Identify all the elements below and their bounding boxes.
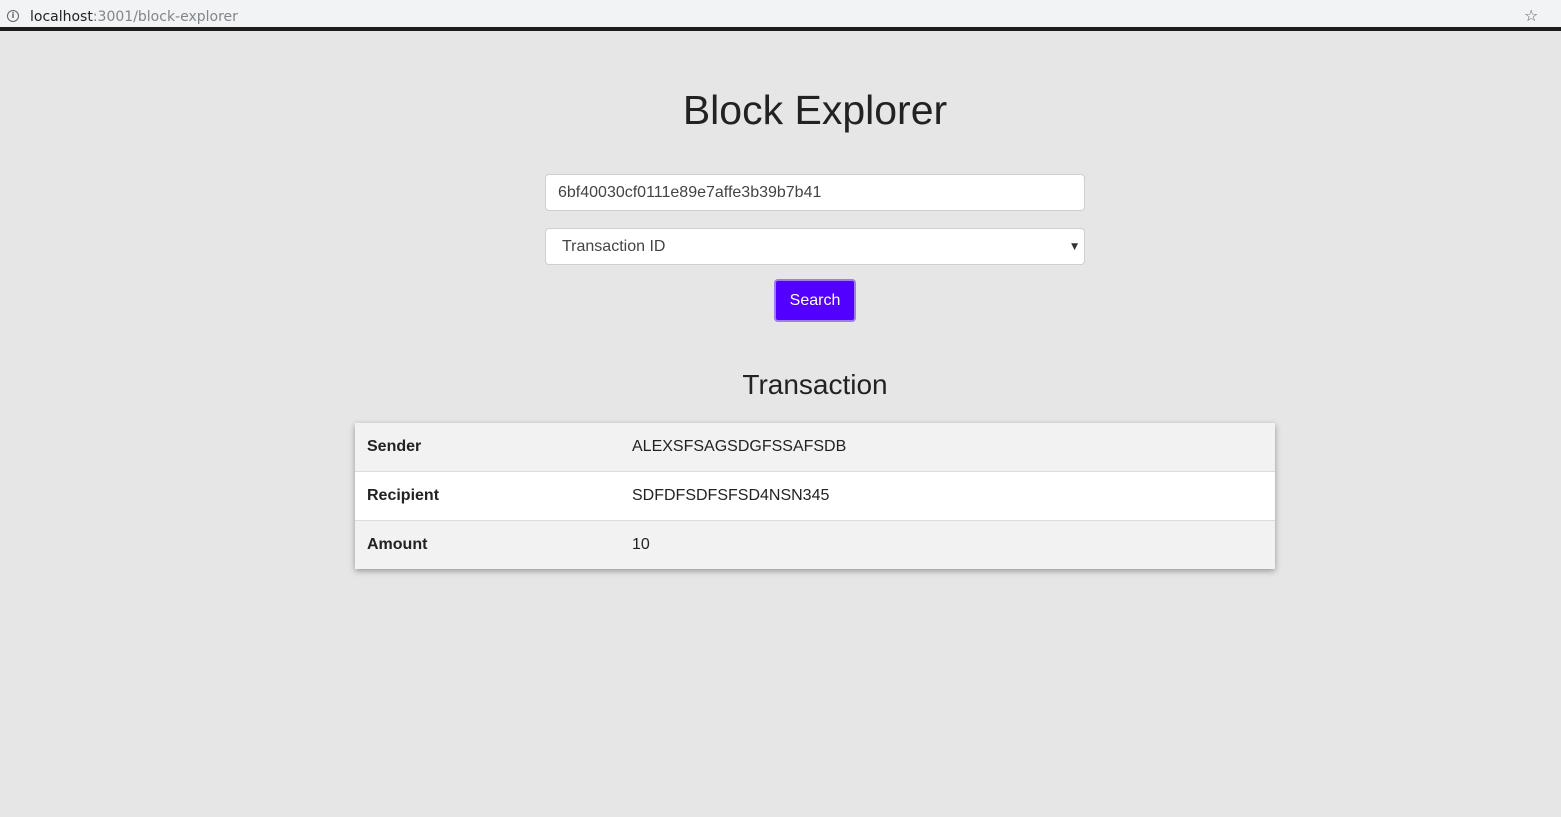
star-icon[interactable]: ☆	[1524, 7, 1538, 25]
url-host: localhost	[30, 9, 93, 25]
search-button[interactable]: Search	[774, 279, 856, 322]
transaction-table: Sender ALEXSFSAGSDGFSSAFSDB Recipient SD…	[355, 423, 1275, 569]
row-value: ALEXSFSAGSDGFSSAFSDB	[632, 437, 847, 455]
chevron-down-icon: ▼	[1071, 242, 1078, 252]
page-title: Block Explorer	[682, 87, 948, 133]
row-value: SDFDFSDFSFSD4NSN345	[632, 486, 830, 504]
url-path: :3001/block-explorer	[92, 9, 238, 25]
address-bar[interactable]: i localhost:3001/block-explorer ☆	[0, 2, 1561, 29]
table-row: Recipient SDFDFSDFSFSD4NSN345	[355, 471, 1275, 520]
row-label: Recipient	[367, 486, 440, 504]
row-label: Sender	[367, 437, 422, 455]
url-text[interactable]: localhost:3001/block-explorer	[30, 9, 238, 25]
info-icon[interactable]: i	[7, 10, 19, 22]
search-type-selected: Transaction ID	[562, 237, 666, 255]
browser-toolbar: i localhost:3001/block-explorer ☆	[0, 0, 1561, 31]
section-title: Transaction	[742, 369, 888, 400]
table-row: Amount 10	[355, 520, 1275, 569]
table-row: Sender ALEXSFSAGSDGFSSAFSDB	[355, 423, 1275, 471]
row-label: Amount	[367, 535, 428, 553]
row-value: 10	[632, 535, 650, 553]
search-input[interactable]	[545, 174, 1085, 211]
search-type-select[interactable]: Transaction ID ▼	[545, 228, 1085, 265]
